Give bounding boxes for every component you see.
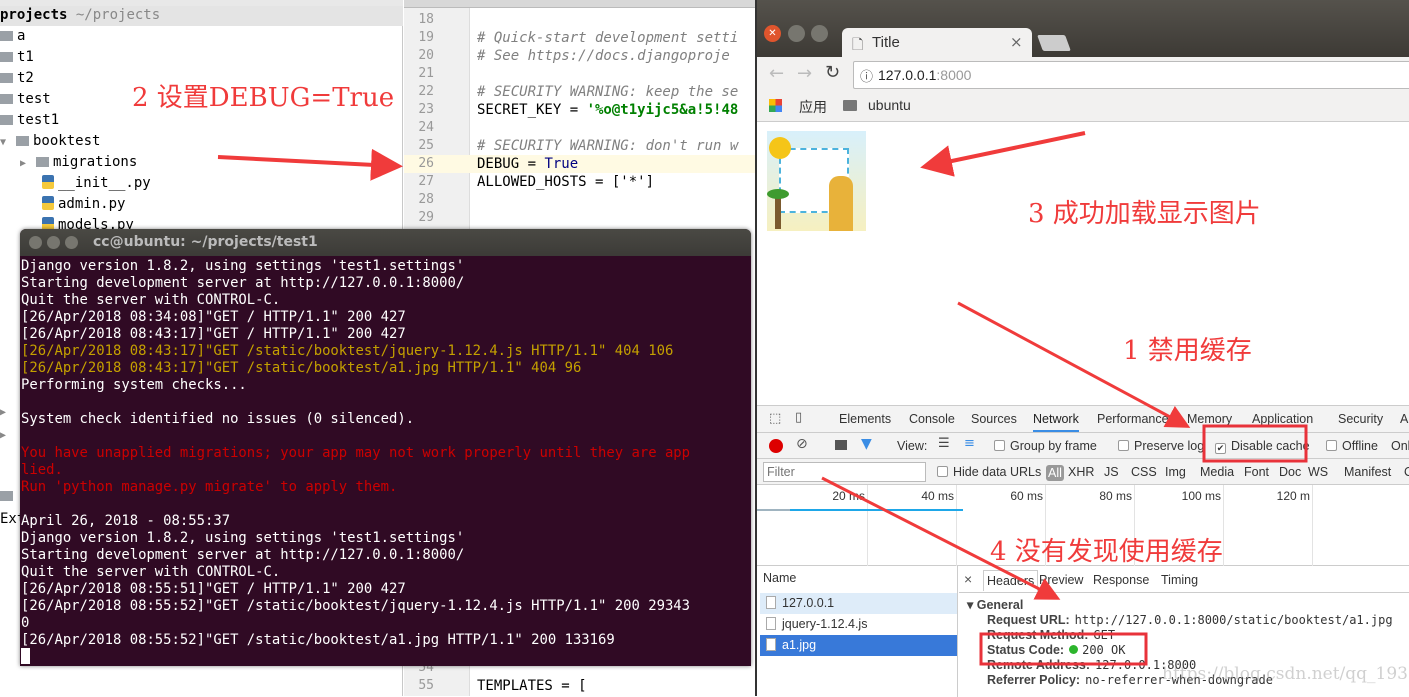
highlight-status-code [979,632,1148,666]
arrow-2 [217,148,403,181]
arrow-3 [920,131,1086,177]
annotation-3: 3 成功加载显示图片 [1028,199,1261,229]
annotation-2: 2 设置DEBUG=True [132,83,395,113]
highlight-disable-cache [1202,424,1308,463]
annotation-1: 1 禁用缓存 [1123,336,1252,366]
annotation-4: 4 没有发现使用缓存 [990,537,1223,567]
watermark: https://blog.csdn.net/qq_19339041 [1162,664,1409,684]
